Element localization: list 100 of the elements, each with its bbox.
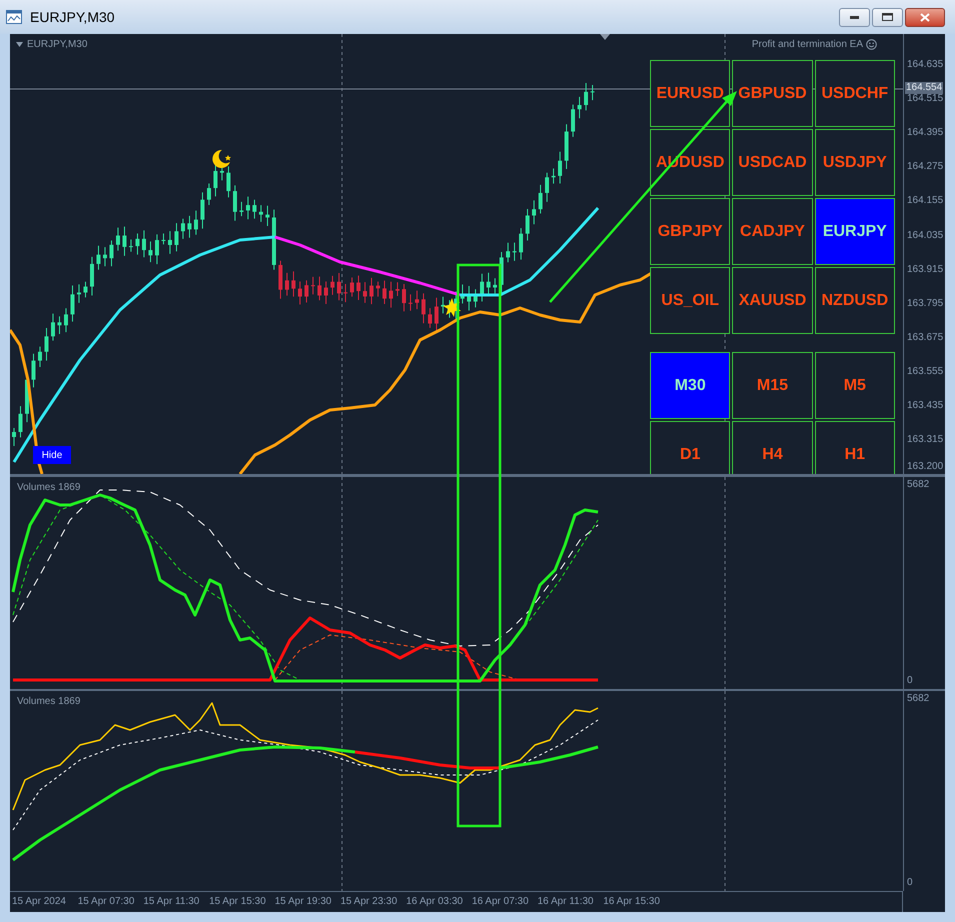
candle <box>382 280 386 304</box>
symbol-button[interactable]: USDCAD <box>732 129 813 196</box>
price-label: 163.915 <box>907 264 944 276</box>
candle <box>136 232 140 256</box>
symbol-button[interactable]: US_OIL <box>650 267 730 334</box>
candle <box>519 228 523 260</box>
price-label: 163.315 <box>907 434 944 446</box>
price-label: 163.555 <box>907 366 944 378</box>
candle <box>584 82 588 111</box>
time-label: 16 Apr 15:30 <box>603 895 661 909</box>
candle <box>460 284 464 304</box>
price-label: 164.635 <box>907 59 944 71</box>
time-label: 15 Apr 23:30 <box>340 895 398 909</box>
candle <box>51 313 55 342</box>
candle <box>298 281 302 306</box>
symbol-button[interactable]: EURJPY <box>814 198 895 265</box>
candle <box>578 96 582 119</box>
price-label: 164.275 <box>907 161 944 174</box>
symbol-button[interactable]: GBPJPY <box>650 198 730 265</box>
candle <box>441 296 445 314</box>
candle <box>252 199 256 220</box>
candle <box>311 276 315 295</box>
marker-triangle-icon <box>600 34 610 40</box>
candle <box>70 285 74 322</box>
candle <box>122 226 126 256</box>
candle <box>318 276 322 301</box>
candle <box>590 84 594 101</box>
candle <box>337 272 341 301</box>
candle <box>272 209 276 270</box>
candle <box>304 280 308 303</box>
price-label: 163.675 <box>907 332 944 344</box>
candle <box>344 283 348 303</box>
window-title: EURJPY,M30 <box>30 8 115 26</box>
candle <box>155 234 159 265</box>
price-label: 163.795 <box>907 298 944 310</box>
restore-icon <box>882 13 893 21</box>
symbol-button[interactable]: NZDUSD <box>814 267 895 334</box>
close-button[interactable] <box>905 8 945 26</box>
axis-min-label: 0 <box>907 675 914 687</box>
candle <box>246 196 250 220</box>
candle <box>110 240 114 267</box>
candle <box>18 406 22 438</box>
symbol-button[interactable]: EURUSD <box>650 60 730 127</box>
candle <box>467 286 471 312</box>
candle <box>162 233 166 245</box>
symbol-button[interactable]: H4 <box>732 421 813 474</box>
candle <box>389 281 393 308</box>
symbol-button[interactable]: USDJPY <box>814 129 895 196</box>
axis-max-label: 5682 <box>907 693 930 705</box>
time-label: 15 Apr 2024 <box>12 895 67 909</box>
hide-button[interactable]: Hide <box>33 446 71 464</box>
candle <box>324 280 328 305</box>
candle <box>493 278 497 294</box>
candle <box>44 327 48 362</box>
candle <box>363 282 367 304</box>
candle <box>506 242 510 263</box>
candle <box>538 184 542 214</box>
symbol-button[interactable]: GBPUSD <box>732 60 813 127</box>
candle <box>207 182 211 206</box>
chart-window-icon <box>6 10 22 24</box>
symbol-button[interactable]: D1 <box>650 421 730 474</box>
candle <box>174 222 178 252</box>
candle <box>512 242 516 262</box>
candle <box>370 277 374 305</box>
candle <box>226 166 230 198</box>
candle <box>103 246 107 267</box>
candle <box>356 275 360 300</box>
symbol-button[interactable]: USDCHF <box>814 60 895 127</box>
candle <box>266 205 270 227</box>
close-icon <box>920 12 930 22</box>
candle <box>545 172 549 202</box>
candle <box>402 283 406 312</box>
candle <box>148 240 152 263</box>
symbol-button[interactable]: M30 <box>650 352 730 419</box>
moon-icon <box>212 150 231 168</box>
indicator-title: Volumes 1869 <box>17 481 80 495</box>
symbol-button[interactable]: M5 <box>814 352 895 419</box>
minimize-button[interactable] <box>839 8 870 26</box>
expert-advisor-label: Profit and termination EA <box>752 38 863 52</box>
candle <box>415 290 419 310</box>
symbol-button[interactable]: CADJPY <box>732 198 813 265</box>
candle <box>500 252 504 294</box>
candle <box>376 281 380 298</box>
dropdown-icon[interactable] <box>16 42 23 47</box>
candle <box>532 200 536 225</box>
candle <box>278 260 282 300</box>
candle <box>194 210 198 236</box>
time-label: 16 Apr 11:30 <box>538 895 594 909</box>
smiley-icon <box>866 39 877 50</box>
symbol-button[interactable]: H1 <box>814 421 895 474</box>
price-label: 164.155 <box>907 195 944 208</box>
candle <box>64 308 68 333</box>
symbol-button[interactable]: M15 <box>732 352 813 419</box>
candle <box>434 297 438 333</box>
candle <box>12 428 16 446</box>
maximize-button[interactable] <box>872 8 903 26</box>
candle <box>396 282 400 297</box>
candle <box>558 151 562 184</box>
time-label: 15 Apr 19:30 <box>274 895 332 909</box>
symbol-button[interactable]: XAUUSD <box>732 267 813 334</box>
